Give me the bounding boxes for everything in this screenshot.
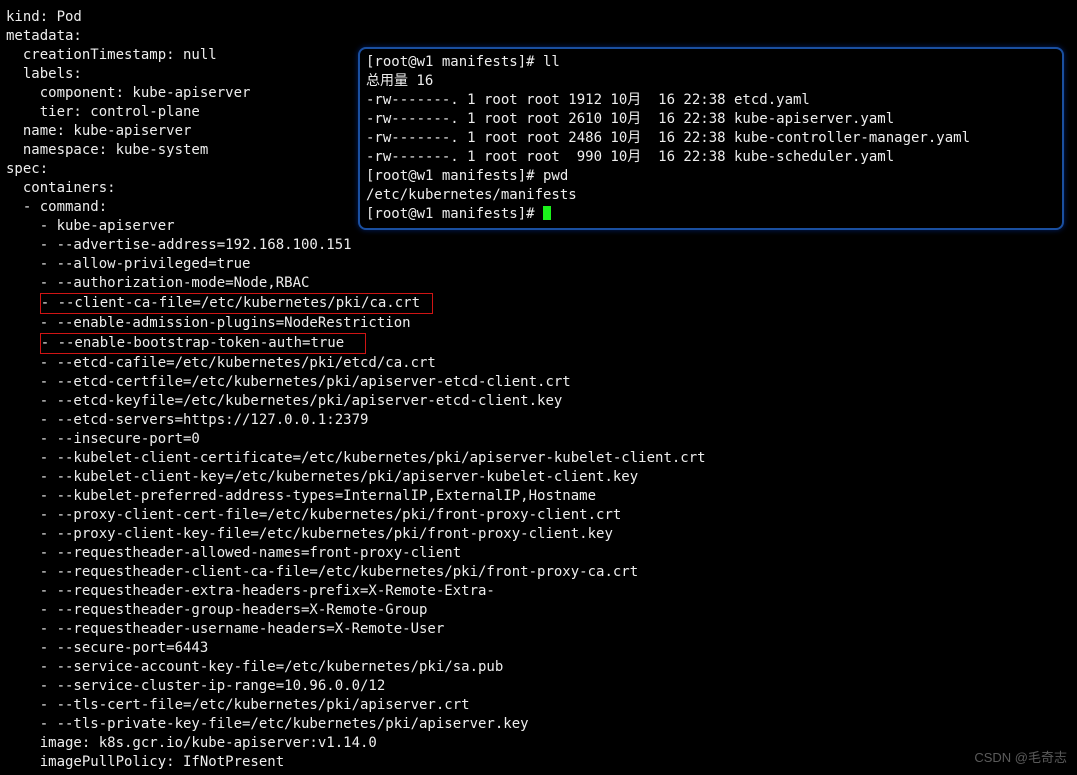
terminal-popup: [root@w1 manifests]# ll 总用量 16 -rw------… (358, 47, 1064, 230)
yaml-line: - --requestheader-group-headers=X-Remote… (6, 601, 706, 620)
yaml-line: - --requestheader-client-ca-file=/etc/ku… (6, 563, 706, 582)
terminal-line: -rw-------. 1 root root 2486 10月 16 22:3… (366, 129, 1056, 148)
yaml-line: - --allow-privileged=true (6, 255, 706, 274)
yaml-line: - --secure-port=6443 (6, 639, 706, 658)
yaml-line: - --service-account-key-file=/etc/kubern… (6, 658, 706, 677)
terminal-line: /etc/kubernetes/manifests (366, 186, 1056, 205)
terminal-line: -rw-------. 1 root root 1912 10月 16 22:3… (366, 91, 1056, 110)
yaml-line: - --insecure-port=0 (6, 430, 706, 449)
yaml-line: - --kubelet-client-certificate=/etc/kube… (6, 449, 706, 468)
yaml-line: - --enable-bootstrap-token-auth=true (6, 333, 706, 354)
terminal-line: 总用量 16 (366, 72, 1056, 91)
yaml-line: - --kubelet-preferred-address-types=Inte… (6, 487, 706, 506)
yaml-line: - --etcd-servers=https://127.0.0.1:2379 (6, 411, 706, 430)
yaml-line: - --etcd-cafile=/etc/kubernetes/pki/etcd… (6, 354, 706, 373)
cursor-icon (543, 206, 551, 220)
yaml-line: - --etcd-certfile=/etc/kubernetes/pki/ap… (6, 373, 706, 392)
watermark-text: CSDN @毛奇志 (974, 748, 1067, 767)
highlighted-arg: - --client-ca-file=/etc/kubernetes/pki/c… (40, 293, 434, 314)
yaml-line: - --client-ca-file=/etc/kubernetes/pki/c… (6, 293, 706, 314)
yaml-line: - --requestheader-username-headers=X-Rem… (6, 620, 706, 639)
highlighted-arg: - --enable-bootstrap-token-auth=true (40, 333, 366, 354)
yaml-line: - --enable-admission-plugins=NodeRestric… (6, 314, 706, 333)
yaml-line: - --authorization-mode=Node,RBAC (6, 274, 706, 293)
yaml-line: - --requestheader-allowed-names=front-pr… (6, 544, 706, 563)
terminal-line: -rw-------. 1 root root 990 10月 16 22:38… (366, 148, 1056, 167)
yaml-line: - --etcd-keyfile=/etc/kubernetes/pki/api… (6, 392, 706, 411)
terminal-line: [root@w1 manifests]# (366, 205, 1056, 224)
yaml-line: - --service-cluster-ip-range=10.96.0.0/1… (6, 677, 706, 696)
terminal-line: [root@w1 manifests]# pwd (366, 167, 1056, 186)
yaml-line: image: k8s.gcr.io/kube-apiserver:v1.14.0 (6, 734, 706, 753)
yaml-line: - --advertise-address=192.168.100.151 (6, 236, 706, 255)
yaml-line: - --proxy-client-cert-file=/etc/kubernet… (6, 506, 706, 525)
yaml-line: - --proxy-client-key-file=/etc/kubernete… (6, 525, 706, 544)
yaml-line: - --tls-private-key-file=/etc/kubernetes… (6, 715, 706, 734)
yaml-line: kind: Pod (6, 8, 706, 27)
yaml-line: imagePullPolicy: IfNotPresent (6, 753, 706, 772)
terminal-line: -rw-------. 1 root root 2610 10月 16 22:3… (366, 110, 1056, 129)
yaml-line: - --requestheader-extra-headers-prefix=X… (6, 582, 706, 601)
terminal-line: [root@w1 manifests]# ll (366, 53, 1056, 72)
yaml-line: - --tls-cert-file=/etc/kubernetes/pki/ap… (6, 696, 706, 715)
yaml-line: metadata: (6, 27, 706, 46)
yaml-line: - --kubelet-client-key=/etc/kubernetes/p… (6, 468, 706, 487)
